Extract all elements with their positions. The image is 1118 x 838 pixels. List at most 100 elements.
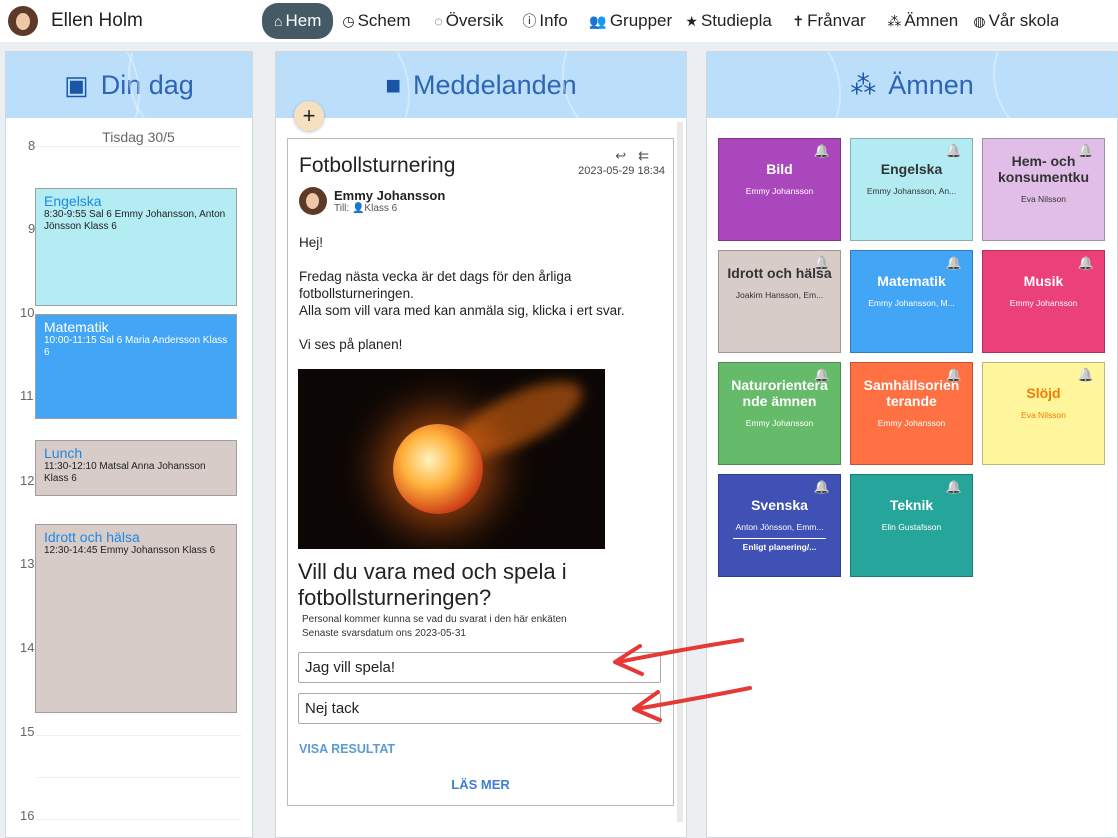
person-icon: 👤 xyxy=(351,203,365,214)
user-profile[interactable]: Ellen Holm xyxy=(0,6,262,36)
user-name: Ellen Holm xyxy=(51,10,143,31)
show-results-button[interactable]: VISA RESULTAT xyxy=(299,742,395,756)
bell-icon[interactable]: 🔔 xyxy=(946,367,962,383)
subject-name: Engelska xyxy=(880,161,943,177)
day-panel: ▣ Din dag Tisdag 30/5 8 9 10 11 12 13 14… xyxy=(5,51,253,838)
reply-all-icon[interactable]: ⇇ xyxy=(638,148,661,163)
subject-tile[interactable]: 🔔 Svenska Anton Jönsson, Emm... Enligt plan… xyxy=(718,474,841,577)
tab-hem[interactable]: ⌂ Hem xyxy=(262,3,334,39)
bell-icon[interactable]: 🔔 xyxy=(1078,367,1094,383)
hour-label: 11 xyxy=(20,388,34,403)
tab-studieplan[interactable]: ★ Studiepla xyxy=(676,0,783,42)
home-icon: ⌂ xyxy=(274,13,283,29)
calendar-icon: ▣ xyxy=(64,69,89,100)
reply-icons: ↩⇇ xyxy=(615,148,661,164)
subjects-panel: ⁂ Ämnen 🔔 Bild Emmy Johansson 🔔 Engelska Emmy… xyxy=(706,51,1118,838)
subject-tile[interactable]: 🔔 Hem- och konsumentku Eva Nilsson xyxy=(982,138,1105,241)
hour-line xyxy=(36,146,241,147)
poll-option-yes[interactable]: Jag vill spela! xyxy=(298,652,661,683)
hour-label: 14 xyxy=(20,640,35,655)
bell-icon[interactable]: 🔔 xyxy=(946,255,962,271)
clock-icon: ◷ xyxy=(342,12,355,29)
tab-franvaro[interactable]: ✝ Frånvar xyxy=(783,0,878,42)
subjects-title: Ämnen xyxy=(888,69,974,100)
tab-info[interactable]: ⓘ Info xyxy=(513,0,580,42)
subject-name: Slöjd xyxy=(1026,385,1061,401)
subject-tile[interactable]: 🔔 Matematik Emmy Johansson, M... xyxy=(850,250,973,353)
person-icon: ✝ xyxy=(792,12,805,29)
football-image xyxy=(393,424,483,514)
messages-header: ■ Meddelanden xyxy=(276,52,686,118)
hour-label: 16 xyxy=(20,808,35,823)
subject-teacher: Emmy Johansson xyxy=(745,418,814,428)
subject-name: Bild xyxy=(766,161,793,177)
globe-icon: ◍ xyxy=(973,12,986,29)
bell-icon[interactable]: 🔔 xyxy=(814,479,830,495)
subject-teacher: Emmy Johansson xyxy=(877,418,946,428)
subject-teacher: Anton Jönsson, Emm... xyxy=(735,522,824,532)
subject-tile[interactable]: 🔔 Bild Emmy Johansson xyxy=(718,138,841,241)
subject-name: Matematik xyxy=(877,273,946,289)
messages-title: Meddelanden xyxy=(413,69,577,100)
day-header: ▣ Din dag xyxy=(6,52,252,118)
poll-option-no[interactable]: Nej tack xyxy=(298,693,661,724)
bell-icon[interactable]: 🔔 xyxy=(814,255,830,271)
tab-schema[interactable]: ◷ Schem xyxy=(333,0,425,42)
subject-tile[interactable]: 🔔 Samhällsorien terande Emmy Johansson xyxy=(850,362,973,465)
messages-panel: ■ Meddelanden + Fotbollsturnering ↩⇇ 202… xyxy=(275,51,687,838)
subject-tile[interactable]: 🔔 Engelska Emmy Johansson, An... xyxy=(850,138,973,241)
info-icon: ⓘ xyxy=(522,13,537,29)
message-image[interactable] xyxy=(298,369,605,549)
subjects-header: ⁂ Ämnen xyxy=(707,52,1117,118)
message-sender: Emmy Johansson Till: 👤Klass 6 xyxy=(299,187,445,215)
day-title: Din dag xyxy=(100,69,194,100)
subject-teacher: Emmy Johansson xyxy=(1009,298,1078,308)
chat-icon: ■ xyxy=(385,69,402,100)
tab-var-skola[interactable]: ◍ Vår skola xyxy=(964,0,1058,42)
hour-line xyxy=(36,819,241,820)
messages-scrollbar[interactable] xyxy=(677,122,683,822)
hour-line xyxy=(36,777,241,778)
message-body: Hej! Fredag nästa vecka är det dags för … xyxy=(299,235,625,352)
subject-tile[interactable]: 🔔 Idrott och hälsa Joakim Hansson, Em... xyxy=(718,250,841,353)
hour-label: 13 xyxy=(20,556,35,571)
read-more-button[interactable]: LÄS MER xyxy=(288,777,673,792)
bell-icon[interactable]: 🔔 xyxy=(814,367,830,383)
bell-icon[interactable]: 🔔 xyxy=(1078,143,1094,159)
add-message-button[interactable]: + xyxy=(294,101,324,131)
event-matematik[interactable]: Matematik 10:00-11:15 Sal 6 Maria Anders… xyxy=(35,314,237,419)
bell-icon[interactable]: 🔔 xyxy=(1078,255,1094,271)
hour-label: 8 xyxy=(28,138,36,153)
event-engelska[interactable]: Engelska 8:30-9:55 Sal 6 Emmy Johansson,… xyxy=(35,188,237,306)
event-idrott[interactable]: Idrott och hälsa 12:30-14:45 Emmy Johans… xyxy=(35,524,237,713)
subject-tile[interactable]: 🔔 Teknik Elin Gustafsson xyxy=(850,474,973,577)
subject-tile[interactable]: 🔔 Naturorientera nde ämnen Emmy Johansson xyxy=(718,362,841,465)
subject-teacher: Emmy Johansson, An... xyxy=(866,186,957,196)
subject-name: Svenska xyxy=(751,497,808,513)
tab-oversikt[interactable]: ◌ Översik xyxy=(425,0,513,42)
tab-grupper[interactable]: 👥 Grupper xyxy=(580,0,676,42)
message-title: Fotbollsturnering xyxy=(299,154,456,177)
bell-icon[interactable]: 🔔 xyxy=(946,143,962,159)
subject-name: Musik xyxy=(1023,273,1064,289)
top-bar: Ellen Holm ⌂ Hem ◷ Schem ◌ Översik ⓘ Info 👥 G… xyxy=(0,0,1118,42)
bell-icon[interactable]: 🔔 xyxy=(814,143,830,159)
day-date: Tisdag 30/5 xyxy=(102,129,175,145)
subject-tile[interactable]: 🔔 Slöjd Eva Nilsson xyxy=(982,362,1105,465)
group-icon: 👥 xyxy=(589,12,607,29)
subject-extra: Enligt planering/... xyxy=(733,538,826,552)
tab-amnen[interactable]: ⁂ Ämnen xyxy=(878,0,964,42)
subject-teacher: Emmy Johansson, M... xyxy=(868,298,955,308)
event-lunch[interactable]: Lunch 11:30-12:10 Matsal Anna Johansson … xyxy=(35,440,237,496)
bell-icon[interactable]: 🔔 xyxy=(946,479,962,495)
star-icon: ★ xyxy=(685,12,698,29)
hour-label: 15 xyxy=(20,724,35,739)
reply-icon[interactable]: ↩ xyxy=(615,148,638,163)
subject-tile[interactable]: 🔔 Musik Emmy Johansson xyxy=(982,250,1105,353)
recipient: Till: 👤Klass 6 xyxy=(334,203,398,214)
hour-label: 12 xyxy=(20,473,35,488)
message-card: Fotbollsturnering ↩⇇ 2023-05-29 18:34 Em… xyxy=(287,138,674,806)
day-timeline: Tisdag 30/5 8 9 10 11 12 13 14 15 16 Eng… xyxy=(6,118,252,837)
hour-label: 10 xyxy=(20,305,35,320)
main-nav: ⌂ Hem ◷ Schem ◌ Översik ⓘ Info 👥 Grupper ★ Stu… xyxy=(262,0,1058,42)
